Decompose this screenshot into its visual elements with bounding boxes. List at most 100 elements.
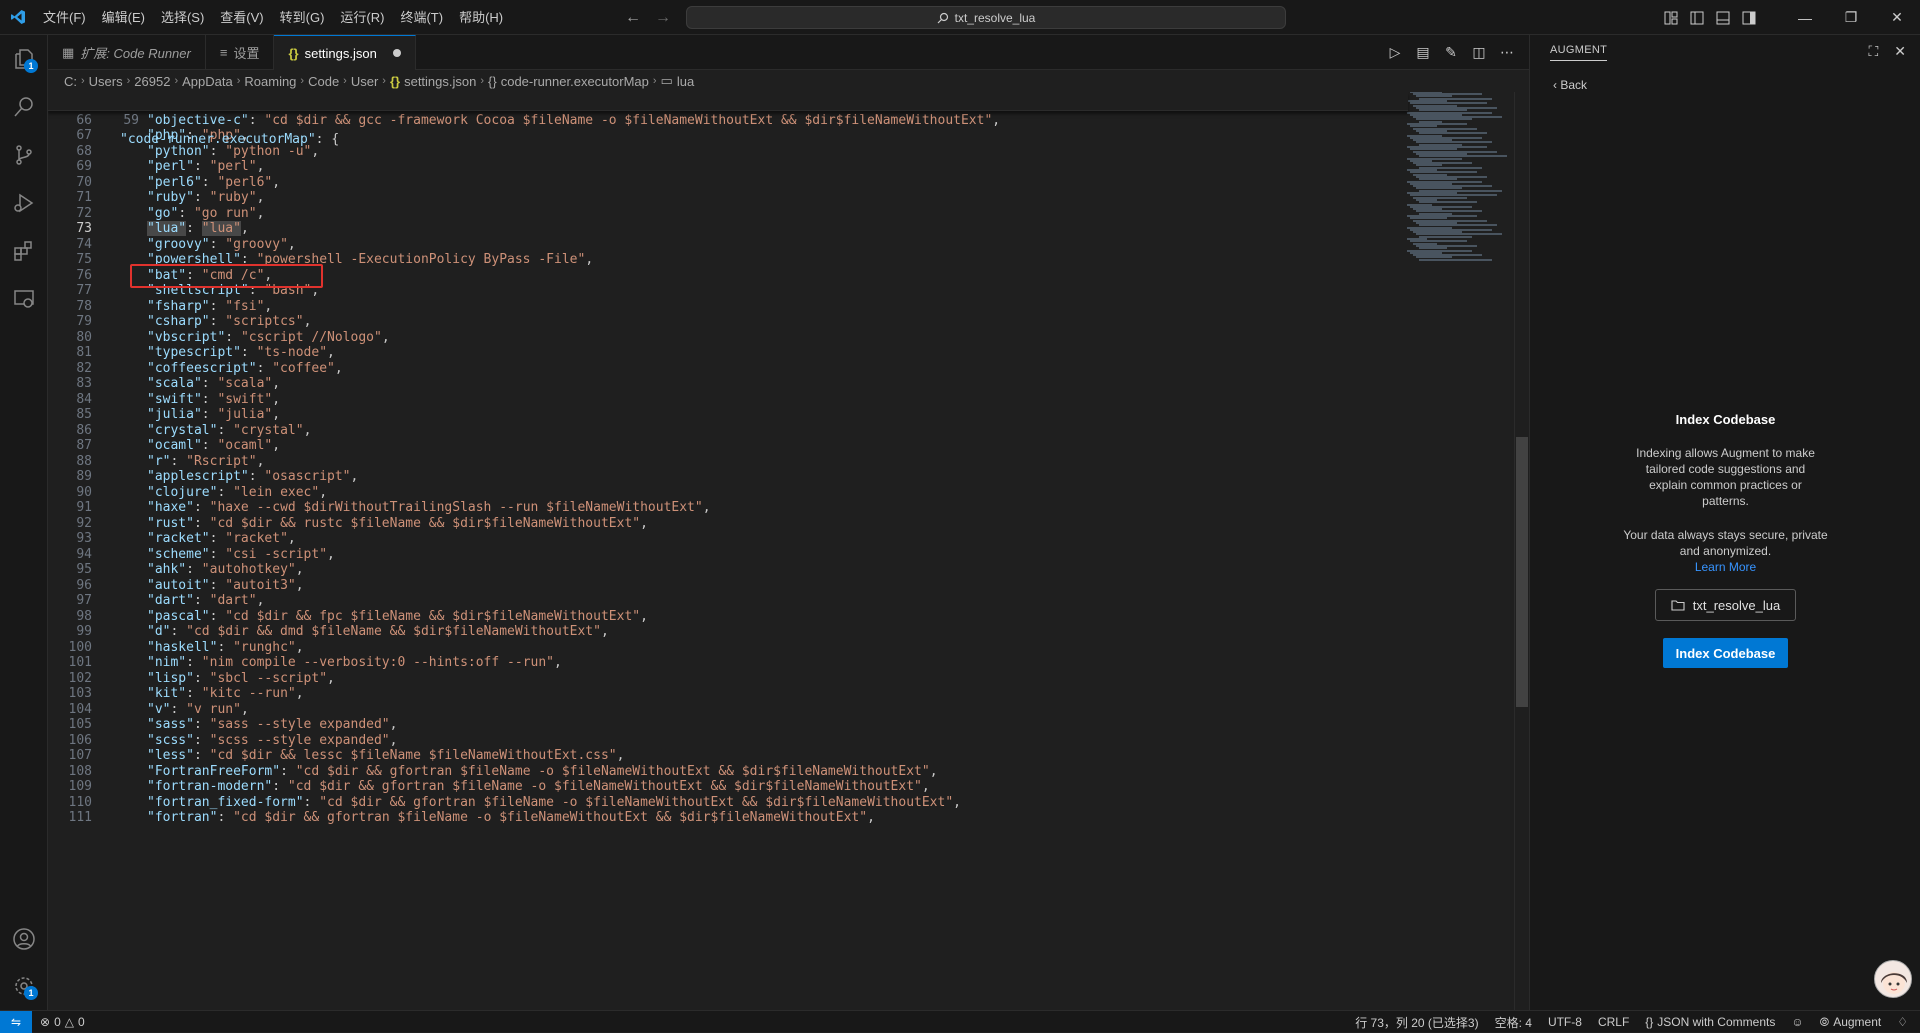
menu-item[interactable]: 帮助(H): [451, 0, 511, 35]
chevron-right-icon: ›: [343, 75, 347, 87]
menu-item[interactable]: 编辑(E): [94, 0, 153, 35]
customize-layout-icon[interactable]: [1658, 0, 1684, 35]
chevron-right-icon: ›: [382, 75, 386, 87]
end-of-line[interactable]: CRLF: [1590, 1015, 1637, 1029]
breadcrumb-item[interactable]: User: [351, 74, 378, 89]
back-arrow-icon[interactable]: ←: [625, 9, 641, 27]
forward-arrow-icon[interactable]: →: [655, 9, 671, 27]
problems-indicator[interactable]: ⊗ 0 △ 0: [32, 1015, 93, 1029]
navigation-arrows: ← →: [625, 0, 671, 35]
run-code-icon[interactable]: ▷: [1383, 41, 1407, 65]
menu-item[interactable]: 文件(F): [35, 0, 94, 35]
menu-item[interactable]: 查看(V): [212, 0, 271, 35]
unsaved-dot-icon[interactable]: [392, 49, 401, 57]
maximize-panel-icon[interactable]: ⛶: [1868, 43, 1878, 60]
split-editor-icon[interactable]: ◫: [1467, 41, 1491, 65]
command-center-text: txt_resolve_lua: [954, 10, 1036, 25]
breadcrumb-item[interactable]: 26952: [134, 74, 170, 89]
breadcrumb-item[interactable]: C:: [64, 74, 77, 89]
breadcrumb-item[interactable]: Code: [308, 74, 339, 89]
privacy-line: Your data always stays secure, private: [1623, 528, 1828, 542]
tab-settings[interactable]: ≡ 设置: [206, 35, 275, 70]
minimap[interactable]: [1403, 92, 1513, 1010]
folder-icon: [1671, 600, 1685, 611]
menu-item[interactable]: 选择(S): [153, 0, 212, 35]
source-control-icon[interactable]: [0, 131, 48, 179]
language-label: JSON with Comments: [1657, 1015, 1776, 1029]
panel-title[interactable]: AUGMENT: [1550, 44, 1608, 61]
string-property-icon: ▭: [660, 73, 673, 88]
notifications-bell-icon[interactable]: ♢: [1889, 1015, 1920, 1029]
toggle-primary-sidebar-icon[interactable]: [1684, 0, 1710, 35]
more-actions-icon[interactable]: ⋯: [1495, 41, 1519, 65]
tab-code-runner-extension[interactable]: ▦ 扩展: Code Runner: [48, 35, 206, 70]
workspace-folder-chip[interactable]: txt_resolve_lua: [1655, 589, 1796, 621]
close-window-icon[interactable]: ✕: [1874, 0, 1920, 35]
manage-gear-icon[interactable]: 1: [0, 962, 48, 1010]
breadcrumb-item[interactable]: Roaming: [244, 74, 296, 89]
minimize-icon[interactable]: —: [1782, 0, 1828, 35]
accounts-icon[interactable]: [0, 915, 48, 963]
privacy-line: and anonymized.: [1679, 544, 1772, 558]
back-label: Back: [1560, 78, 1588, 92]
menu-item[interactable]: 转到(G): [272, 0, 333, 35]
augment-avatar[interactable]: [1874, 960, 1912, 998]
extensions-icon: ▦: [62, 44, 75, 60]
scrollbar-thumb[interactable]: [1516, 437, 1528, 707]
cursor-position[interactable]: 行 73，列 20 (已选择3): [1347, 1014, 1486, 1031]
remote-indicator-icon[interactable]: ⇋: [0, 1010, 32, 1033]
breadcrumb-item[interactable]: code-runner.executorMap: [501, 74, 649, 89]
language-mode[interactable]: {} JSON with Comments: [1637, 1015, 1783, 1029]
breadcrumb-item[interactable]: settings.json: [404, 74, 476, 89]
breadcrumb: C: › Users › 26952 › AppData › Roaming › Code › User…: [48, 70, 1529, 92]
editor-tab-bar: ▦ 扩展: Code Runner ≡ 设置 {} settings.json …: [48, 35, 1529, 70]
json-icon: {}: [389, 73, 401, 89]
json-icon: {}: [288, 45, 299, 61]
toggle-secondary-sidebar-icon[interactable]: [1736, 0, 1762, 35]
chevron-right-icon: ›: [300, 75, 305, 87]
menu-item[interactable]: 运行(R): [332, 0, 392, 35]
tab-label: 设置: [233, 46, 260, 61]
breadcrumb-item[interactable]: AppData: [182, 74, 233, 89]
index-codebase-button[interactable]: Index Codebase: [1663, 638, 1788, 668]
breadcrumb-item[interactable]: Users: [89, 74, 123, 89]
vertical-scrollbar[interactable]: [1514, 92, 1528, 1010]
sticky-scroll-header[interactable]: 59 "code-runner.executorMap": {: [48, 92, 1408, 147]
tab-label: settings.json: [304, 45, 377, 61]
breadcrumb-item[interactable]: lua: [677, 74, 694, 89]
remote-explorer-icon[interactable]: [0, 275, 48, 323]
close-panel-icon[interactable]: ✕: [1894, 43, 1906, 60]
editor-actions: ▷ ▤ ✎ ◫ ⋯: [1383, 35, 1529, 70]
open-settings-ui-icon[interactable]: ▤: [1411, 41, 1435, 65]
tab-settings-json[interactable]: {} settings.json: [274, 35, 416, 70]
edit-icon[interactable]: ✎: [1439, 41, 1463, 65]
json-key: "fortran": [147, 810, 218, 825]
title-bar: 文件(F) 编辑(E) 选择(S) 查看(V) 转到(G) 运行(R) 终端(T) 帮助(H)…: [0, 0, 1920, 35]
encoding[interactable]: UTF-8: [1540, 1015, 1590, 1029]
annotation-highlight-box: [130, 264, 323, 288]
search-icon[interactable]: [0, 83, 48, 131]
extensions-icon[interactable]: [0, 227, 48, 275]
explorer-icon[interactable]: 1: [0, 35, 48, 83]
menu-bar: 文件(F) 编辑(E) 选择(S) 查看(V) 转到(G) 运行(R) 终端(T) 帮助(H): [35, 0, 511, 35]
index-heading: Index Codebase: [1675, 412, 1776, 427]
code-line[interactable]: 111 "fortran": "cd $dir && gfortran $file…: [48, 808, 1408, 827]
warning-icon: △: [64, 1014, 74, 1029]
copilot-icon[interactable]: ☺: [1783, 1015, 1811, 1029]
augment-label: Augment: [1833, 1015, 1882, 1029]
braces-icon: {}: [1645, 1015, 1654, 1029]
menu-item[interactable]: 终端(T): [392, 0, 451, 35]
command-center-search[interactable]: txt_resolve_lua: [686, 6, 1286, 29]
indentation[interactable]: 空格: 4: [1487, 1014, 1540, 1031]
index-description: Indexing allows Augment to make tailored…: [1530, 445, 1920, 509]
title-right-controls: — ❐ ✕: [1658, 0, 1920, 35]
back-link[interactable]: ‹ Back: [1553, 78, 1587, 92]
learn-more-link[interactable]: Learn More: [1530, 559, 1920, 575]
punctuation: : {: [315, 132, 340, 147]
toggle-panel-icon[interactable]: [1710, 0, 1736, 35]
line-number: 59: [123, 113, 139, 128]
code-editor[interactable]: 59 "code-runner.executorMap": { 65"cpp":…: [48, 92, 1529, 1010]
augment-status[interactable]: ⦾ Augment: [1812, 1015, 1890, 1030]
run-debug-icon[interactable]: [0, 179, 48, 227]
restore-icon[interactable]: ❐: [1828, 0, 1874, 35]
